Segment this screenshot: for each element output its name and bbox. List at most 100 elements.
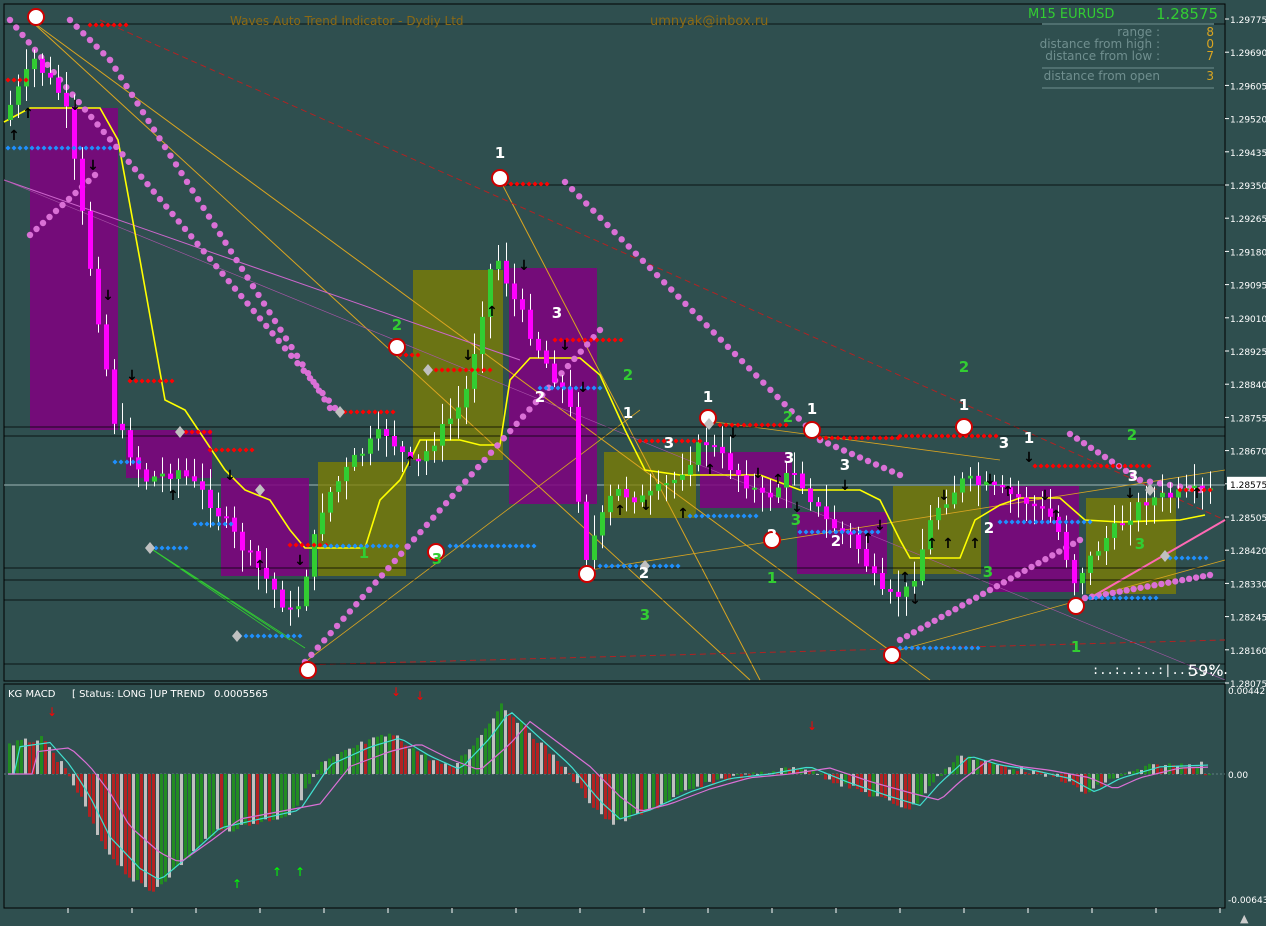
sar-dot [500, 435, 508, 442]
macd-bar [1028, 773, 1031, 775]
sar-dot [139, 109, 147, 116]
macd-bar [732, 774, 735, 776]
level-marker [459, 543, 465, 549]
up-arrow-icon: ↑ [942, 536, 954, 552]
sar-dot [213, 263, 220, 270]
level-marker [273, 633, 279, 639]
price-chart[interactable]: ↑↑ ↓↓↓↓↑↓↑ ↓↑↓↑↓↓↓↑ ↓ ↑↑↓↓ ↑↓↓↑↓↑↓↑↓↑ ↑↓↑↓↓↑↑↓… [0, 0, 1266, 926]
level-marker [93, 22, 99, 28]
level-marker [957, 645, 963, 651]
sar-dot [442, 500, 450, 507]
macd-bar [368, 739, 371, 774]
candle-body [952, 492, 957, 505]
macd-bar [100, 774, 103, 842]
level-marker [618, 337, 624, 343]
sar-dot [39, 219, 47, 227]
sar-dot [986, 586, 994, 594]
sar-dot [1076, 536, 1084, 544]
sar-dot [314, 644, 322, 651]
candle-body [80, 158, 85, 211]
level-marker [192, 521, 198, 527]
macd-bar [336, 753, 339, 774]
candle-body [864, 548, 869, 567]
sar-dot [481, 456, 488, 464]
up-arrow-icon: ↑ [704, 462, 716, 478]
level-marker [679, 438, 685, 444]
macd-bar [536, 742, 539, 774]
sar-dot [266, 309, 273, 316]
sar-dot [340, 615, 347, 622]
candle-body [1088, 555, 1093, 573]
candle-body [816, 502, 821, 507]
level-marker [939, 645, 945, 651]
sar-dot [365, 586, 373, 594]
up-arrow-icon: ↑ [254, 558, 266, 574]
level-marker [483, 543, 489, 549]
level-marker [597, 385, 603, 391]
candle-body [696, 442, 701, 465]
macd-bar [216, 774, 219, 830]
macd-down-arrow-icon: ↓ [47, 705, 57, 719]
level-marker [600, 337, 606, 343]
macd-bar [652, 774, 655, 808]
candle-body [856, 534, 861, 549]
macd-bar [624, 774, 627, 822]
candle-body [568, 387, 573, 407]
sar-dot [33, 225, 40, 233]
macd-bar [412, 748, 415, 774]
pivot-icon [491, 169, 509, 187]
sar-dot [178, 169, 185, 177]
candle-body [1032, 503, 1037, 507]
level-marker [489, 543, 495, 549]
level-marker [477, 543, 483, 549]
macd-bar [1204, 774, 1207, 776]
sar-dot [73, 23, 80, 30]
email-text: umnyak@inbox.ru [650, 14, 768, 29]
candle-body [320, 512, 325, 535]
macd-bar [488, 723, 491, 774]
macd-bar [688, 774, 691, 790]
candle-body [368, 438, 373, 454]
candle-body [680, 474, 685, 480]
sar-dot [455, 485, 463, 492]
macd-bar [424, 753, 427, 774]
sar-dot [327, 629, 334, 637]
macd-bar [912, 774, 915, 805]
price-tick-label: 1.28420 [1230, 547, 1266, 557]
candle-body [400, 446, 405, 453]
candle-body [176, 470, 181, 479]
sar-dot [260, 300, 268, 307]
level-marker [111, 22, 117, 28]
scroll-arrow-icon[interactable]: ▲ [1240, 912, 1249, 925]
sar-dot [238, 265, 246, 272]
candle-body [24, 69, 29, 87]
level-marker [723, 513, 729, 519]
macd-bar [304, 774, 307, 789]
sar-dot [462, 478, 469, 485]
candle-body [776, 487, 781, 498]
sar-dot [1206, 571, 1214, 579]
candle-body [104, 324, 109, 370]
macd-bar [60, 761, 63, 774]
level-marker [969, 433, 975, 439]
candle-body [920, 549, 925, 581]
macd-bar [404, 745, 407, 774]
sar-dot [255, 291, 262, 299]
sar-dot [353, 601, 360, 608]
sar-dot [618, 236, 625, 243]
macd-bar [432, 760, 435, 774]
sar-dot [682, 300, 689, 308]
level-marker [99, 22, 105, 28]
sar-dot [183, 178, 191, 185]
macd-bar [1148, 763, 1151, 774]
sar-dot [175, 218, 182, 225]
sar-dot [1158, 580, 1165, 588]
candle-body [688, 464, 693, 475]
sar-dot [145, 117, 152, 125]
level-marker [213, 447, 219, 453]
candle-body [336, 481, 341, 492]
sar-dot [52, 207, 60, 215]
macd-bar [440, 763, 443, 774]
sar-dot [959, 602, 966, 609]
sar-dot [760, 379, 767, 386]
